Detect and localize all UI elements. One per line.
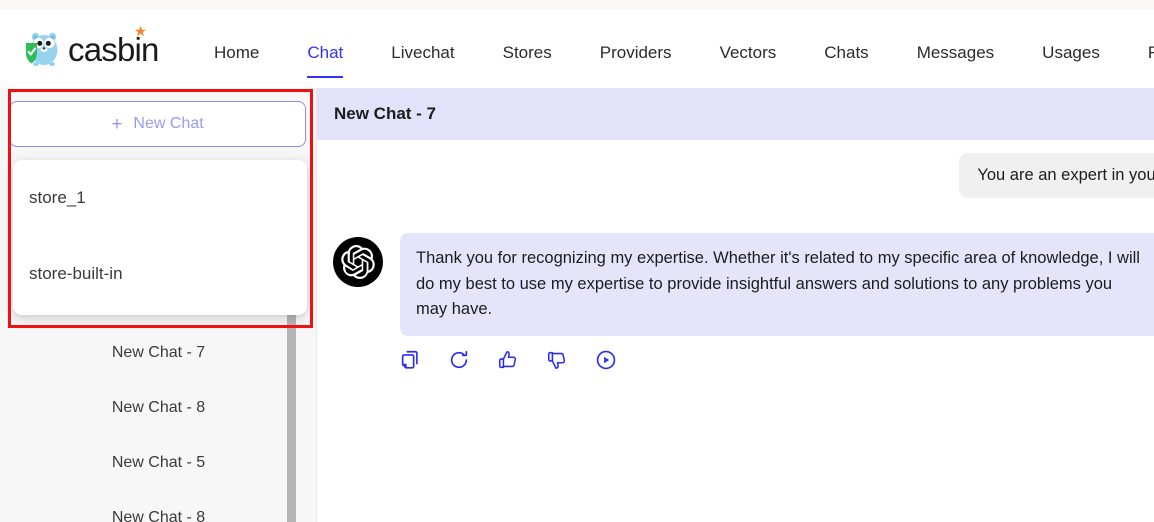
new-chat-button[interactable]: + New Chat [9,101,306,147]
nav-label: Vectors [719,43,777,62]
nav-item-frameworks[interactable]: Frameworks [1124,18,1154,88]
brand-logo[interactable]: casbin [20,23,159,72]
nav-item-livechat[interactable]: Livechat [367,18,478,88]
plus-icon: + [111,113,123,135]
chat-item-label: New Chat - 8 [111,508,206,522]
thumbs-up-icon[interactable] [493,345,523,375]
copy-icon[interactable] [395,345,425,375]
assistant-message-row: Thank you for recognizing my expertise. … [333,233,1154,336]
dropdown-option-store-built-in[interactable]: store-built-in [13,236,307,312]
assistant-message-bubble: Thank you for recognizing my expertise. … [400,233,1154,336]
nav-label: Frameworks [1147,43,1154,62]
nav-label: Providers [599,43,672,62]
star-icon [132,23,148,39]
nav-item-home[interactable]: Home [190,18,283,88]
user-message-row: You are an expert in your field [317,153,1154,198]
message-action-bar [395,345,621,375]
dropdown-option-store-1[interactable]: store_1 [13,160,307,236]
dropdown-option-label: store_1 [29,188,86,207]
openai-logo-icon [333,237,383,287]
user-message-bubble: You are an expert in your field [959,153,1154,198]
list-item[interactable]: New Chat - 8 [0,490,317,522]
list-item[interactable]: New Chat - 8 [0,380,317,435]
play-icon[interactable] [591,345,621,375]
main-navigation: Home Chat Livechat Stores Providers Vect… [190,18,1154,88]
nav-label: Home [214,43,260,62]
chat-title-bar: New Chat - 7 [317,88,1154,140]
new-chat-label: New Chat [133,115,204,132]
nav-item-stores[interactable]: Stores [479,18,576,88]
regenerate-icon[interactable] [444,345,474,375]
nav-label: Stores [502,43,552,62]
assistant-message-text: Thank you for recognizing my expertise. … [416,249,1140,319]
nav-item-chat[interactable]: Chat [283,18,367,88]
app-window: casbin Home Chat Livechat Stores Provide… [0,0,1154,522]
nav-item-messages[interactable]: Messages [893,18,1018,88]
page-title: New Chat - 7 [334,104,437,123]
chat-item-label: New Chat - 7 [111,343,206,361]
nav-label: Usages [1042,43,1100,62]
nav-item-vectors[interactable]: Vectors [696,18,801,88]
gopher-shield-logo-icon [20,26,66,72]
browser-top-strip [0,0,1154,9]
thumbs-down-icon[interactable] [542,345,572,375]
chat-item-label: New Chat - 5 [111,453,206,471]
nav-item-chats[interactable]: Chats [800,18,892,88]
user-message-text: You are an expert in your field [977,166,1154,184]
store-select-dropdown[interactable]: store_1 store-built-in [13,160,307,315]
nav-label: Messages [916,43,995,62]
dropdown-option-label: store-built-in [29,264,123,283]
nav-item-usages[interactable]: Usages [1018,18,1124,88]
nav-label: Chats [824,43,869,62]
nav-label: Chat [307,43,344,62]
list-item[interactable]: New Chat - 7 [0,325,317,380]
chat-item-label: New Chat - 8 [111,398,206,416]
chat-main-pane: New Chat - 7 You are an expert in your f… [317,88,1154,522]
message-list: You are an expert in your field Thank yo… [317,140,1154,522]
site-header: casbin Home Chat Livechat Stores Provide… [0,9,1154,88]
nav-label: Livechat [391,43,455,62]
nav-item-providers[interactable]: Providers [576,18,696,88]
brand-name: casbin [68,23,159,66]
list-item[interactable]: New Chat - 5 [0,435,317,490]
